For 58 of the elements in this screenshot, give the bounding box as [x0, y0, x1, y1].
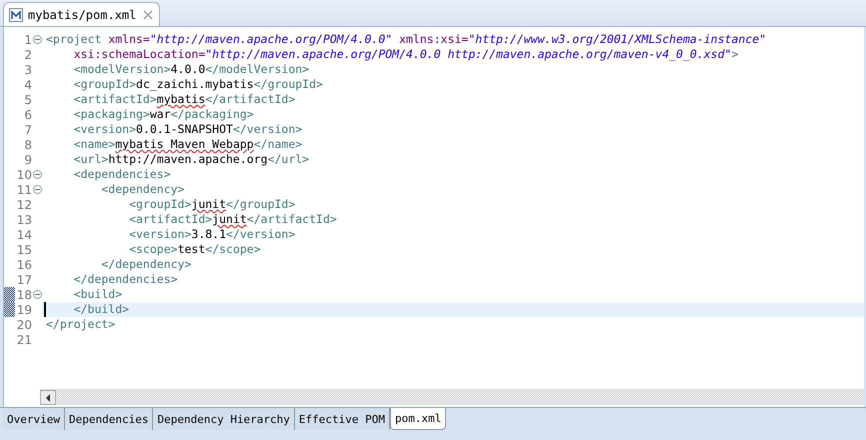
line-number: 16: [16, 258, 32, 272]
scroll-left-button[interactable]: [40, 390, 56, 405]
page-tab[interactable]: Dependency Hierarchy: [153, 408, 295, 430]
editor-tab[interactable]: mybatis/pom.xml: [3, 2, 160, 26]
line-number: 8: [23, 138, 32, 152]
left-arrow-icon: [45, 394, 51, 402]
maven-file-icon: [9, 8, 23, 22]
page-tab[interactable]: Overview: [3, 408, 65, 430]
code-line: <packaging>war</packaging>: [72, 107, 254, 122]
code-line: </build>: [72, 302, 130, 317]
line-number: 21: [16, 332, 32, 346]
code-line: <dependencies>: [72, 167, 171, 182]
page-tab[interactable]: pom.xml: [390, 408, 446, 430]
line-number: 18: [16, 288, 32, 302]
code-line: <url>http://maven.apache.org</url>: [72, 152, 310, 167]
line-number: 4: [23, 78, 32, 92]
line-number: 17: [16, 272, 32, 286]
code-line: <version>0.0.1-SNAPSHOT</version>: [72, 122, 302, 137]
line-number: 9: [23, 152, 32, 166]
code-line: <dependency>: [100, 182, 184, 197]
line-number: 5: [23, 92, 32, 106]
collapse-icon[interactable]: [32, 290, 42, 299]
line-number: 14: [16, 228, 32, 242]
line-number: 15: [16, 242, 32, 256]
code-line: xsi:schemaLocation="http://maven.apache.org/POM/4.0.0 http://maven.apache.org/maven-v4_0_0.xsd">: [72, 47, 738, 62]
line-number: 20: [16, 318, 32, 332]
code-line: <version>3.8.1</version>: [128, 227, 296, 242]
line-number: 13: [16, 212, 32, 226]
line-number: 19: [16, 302, 32, 316]
code-line: <name>mybatis Maven Webapp</name>: [72, 137, 302, 152]
code-editor[interactable]: [3, 27, 864, 407]
code-line: <project xmlns="http://maven.apache.org/POM/4.0.0" xmlns:xsi="http://www.w3.org/2001/XMLSchema-instance": [46, 32, 766, 47]
line-number: 3: [23, 62, 32, 76]
line-number: 6: [23, 108, 32, 122]
line-number: 1: [23, 32, 32, 46]
code-line: <groupId>dc_zaichi.mybatis</groupId>: [72, 77, 323, 92]
code-line: <artifactId>mybatis</artifactId>: [72, 92, 296, 107]
page-tab[interactable]: Effective POM: [294, 408, 390, 430]
code-line: <groupId>junit</groupId>: [128, 197, 296, 212]
code-line: <build>: [72, 287, 122, 302]
line-number: 12: [16, 198, 32, 212]
code-line: <modelVersion>4.0.0</modelVersion>: [72, 62, 310, 77]
close-button[interactable]: [143, 10, 154, 20]
horizontal-scrollbar[interactable]: [40, 389, 864, 405]
collapse-icon[interactable]: [32, 170, 42, 179]
code-line: </dependency>: [100, 257, 192, 272]
collapse-icon[interactable]: [32, 35, 42, 44]
page-tab[interactable]: Dependencies: [64, 408, 154, 430]
code-line: <artifactId>junit</artifactId>: [128, 212, 337, 227]
line-number: 7: [23, 122, 32, 136]
code-line: </dependencies>: [72, 272, 178, 287]
line-number: 10: [16, 168, 32, 182]
line-number: 2: [23, 48, 32, 62]
line-number: 11: [16, 182, 32, 196]
collapse-icon[interactable]: [32, 185, 42, 194]
code-line: <scope>test</scope>: [128, 242, 261, 257]
close-icon: [143, 10, 154, 20]
code-line: </project>: [46, 317, 116, 332]
